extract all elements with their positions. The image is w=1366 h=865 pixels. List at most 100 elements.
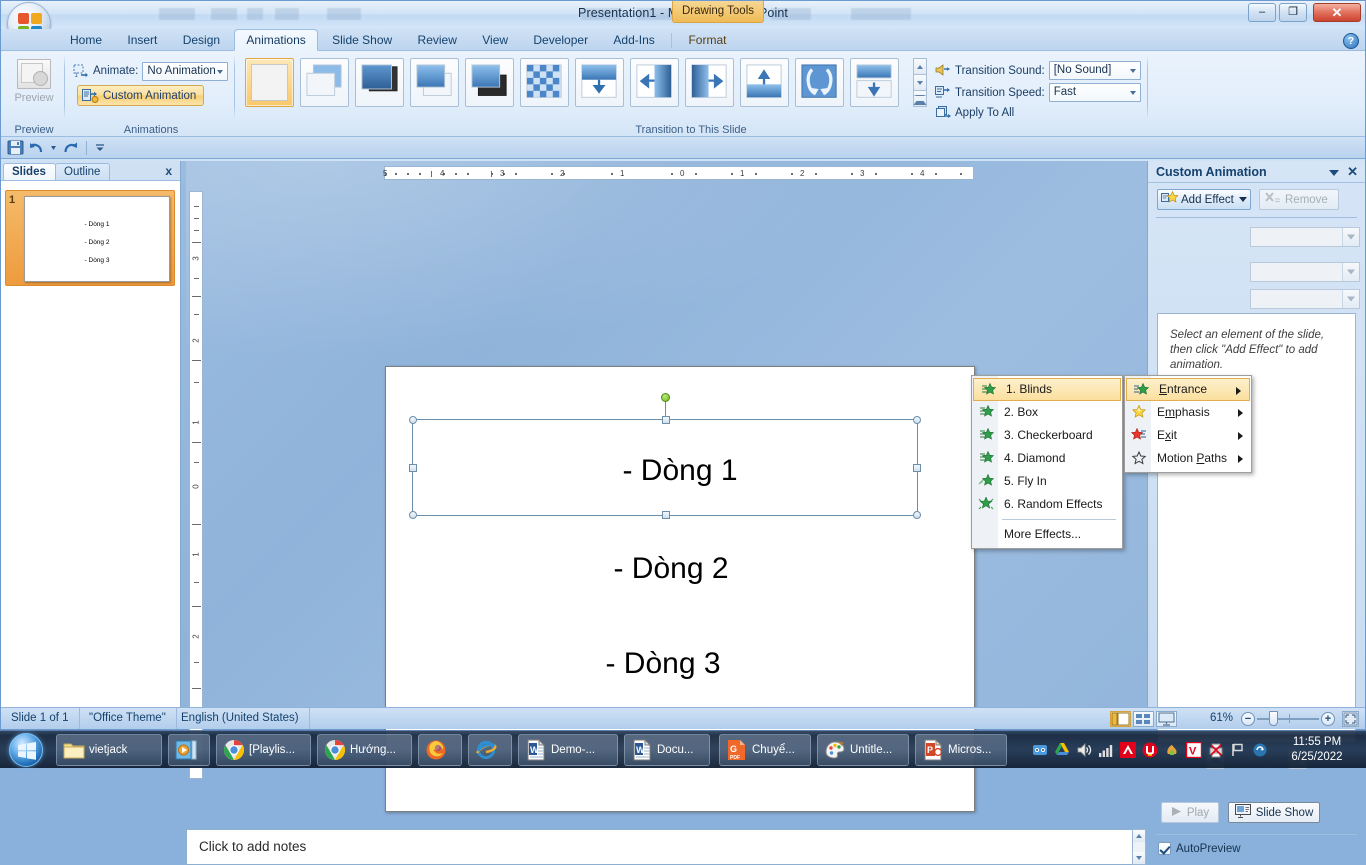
tab-review[interactable]: Review: [407, 30, 468, 52]
network-icon[interactable]: [1098, 742, 1114, 758]
notes-scroll-up-icon[interactable]: [1133, 830, 1145, 842]
chevron-down-icon[interactable]: [1342, 228, 1359, 246]
vpn-icon[interactable]: V: [1185, 741, 1203, 759]
slide-text-line-3[interactable]: - Dòng 3: [386, 647, 974, 681]
resize-handle-se[interactable]: [913, 511, 921, 519]
text-box-selection[interactable]: [409, 393, 921, 519]
view-slide-show-button[interactable]: [1156, 711, 1177, 727]
menu-item-exit[interactable]: Exit: [1125, 424, 1251, 447]
undo-icon[interactable]: [28, 139, 45, 156]
taskbar-clock[interactable]: 11:55 PM 6/25/2022: [1274, 735, 1360, 765]
transition-thumb-3[interactable]: [410, 58, 459, 107]
tab-insert[interactable]: Insert: [116, 30, 168, 52]
transition-thumb-wipe-up[interactable]: [740, 58, 789, 107]
zoom-slider-track[interactable]: [1257, 718, 1319, 720]
transition-thumb-wipe-down[interactable]: [575, 58, 624, 107]
taskbar-item-paint[interactable]: Untitle...: [817, 734, 909, 766]
gallery-scroll-down-button[interactable]: [913, 74, 927, 90]
menu-item-diamond[interactable]: 4. Diamond: [972, 447, 1122, 470]
tab-format[interactable]: Format: [677, 30, 737, 52]
taskbar-item-chrome-huong[interactable]: Hướng...: [317, 734, 412, 766]
close-panel-icon[interactable]: x: [165, 164, 172, 178]
flag-icon[interactable]: [1230, 742, 1246, 758]
zoom-out-button[interactable]: −: [1241, 712, 1255, 726]
tab-slides[interactable]: Slides: [3, 163, 56, 180]
transition-thumb-checkerboard[interactable]: [520, 58, 569, 107]
slide-text-line-2[interactable]: - Dòng 2: [386, 552, 974, 586]
taskbar-item-word-document[interactable]: W Docu...: [624, 734, 710, 766]
preview-button[interactable]: Preview: [8, 55, 60, 117]
menu-item-random-effects[interactable]: 6. Random Effects: [972, 493, 1122, 516]
taskbar-item-internet-explorer[interactable]: [468, 734, 512, 766]
transition-thumb-split[interactable]: [850, 58, 899, 107]
tab-home[interactable]: Home: [59, 30, 113, 52]
help-icon[interactable]: ?: [1343, 33, 1359, 49]
chevron-down-icon[interactable]: [1342, 263, 1359, 281]
resize-handle-w[interactable]: [409, 464, 417, 472]
chevron-down-icon[interactable]: [1342, 290, 1359, 308]
notes-scroll-down-icon[interactable]: [1133, 852, 1145, 864]
menu-item-emphasis[interactable]: Emphasis: [1125, 401, 1251, 424]
taskbar-item-pdf-converter[interactable]: G PDF Chuyể...: [719, 734, 811, 766]
tab-slide-show[interactable]: Slide Show: [321, 30, 403, 52]
resize-handle-e[interactable]: [913, 464, 921, 472]
transition-thumb-wipe-left[interactable]: [630, 58, 679, 107]
resize-handle-sw[interactable]: [409, 511, 417, 519]
app-icon[interactable]: [1164, 742, 1180, 758]
autopreview-row[interactable]: AutoPreview: [1158, 842, 1241, 855]
transition-thumb-wipe-right[interactable]: [685, 58, 734, 107]
status-theme[interactable]: "Office Theme": [79, 708, 177, 729]
printer-icon[interactable]: [1208, 742, 1224, 758]
apply-to-all-button[interactable]: Apply To All: [935, 105, 1014, 120]
taskbar-item-word-demo[interactable]: W Demo-...: [518, 734, 618, 766]
rotation-handle[interactable]: [661, 393, 670, 402]
taskbar-item-firefox[interactable]: [418, 734, 462, 766]
play-button[interactable]: Play: [1161, 802, 1219, 823]
taskbar-item-media-player[interactable]: [168, 734, 210, 766]
taskbar-item-vietjack[interactable]: vietjack: [56, 734, 162, 766]
start-button[interactable]: [2, 731, 50, 769]
customize-qat-chevron-down-icon[interactable]: [94, 139, 106, 156]
resize-handle-ne[interactable]: [913, 416, 921, 424]
horizontal-ruler[interactable]: 5 4 3 2 1 0 1 2 3 4: [383, 166, 974, 180]
transition-thumb-4[interactable]: [465, 58, 514, 107]
transition-sound-dropdown[interactable]: [No Sound]: [1048, 61, 1141, 80]
volume-icon[interactable]: [1076, 742, 1092, 758]
unikey-icon[interactable]: [1142, 742, 1158, 758]
menu-item-more-effects[interactable]: More Effects...: [972, 523, 1122, 546]
custom-animation-button[interactable]: Custom Animation: [77, 85, 205, 106]
transition-speed-dropdown[interactable]: Fast: [1048, 83, 1141, 102]
zoom-in-button[interactable]: +: [1321, 712, 1335, 726]
taskbar-item-powerpoint[interactable]: P Micros...: [915, 734, 1007, 766]
tab-view[interactable]: View: [471, 30, 519, 52]
transition-thumb-1[interactable]: [300, 58, 349, 107]
animate-dropdown[interactable]: No Animation: [142, 61, 229, 81]
slide-show-button[interactable]: Slide Show: [1228, 802, 1320, 823]
transition-thumb-dissolve[interactable]: [795, 58, 844, 107]
menu-item-blinds[interactable]: 1. Blinds: [973, 378, 1121, 401]
resize-handle-n[interactable]: [662, 416, 670, 424]
gallery-scroll-up-button[interactable]: [913, 58, 927, 74]
gallery-more-button[interactable]: [913, 90, 927, 107]
messenger-icon[interactable]: [1032, 742, 1048, 758]
save-icon[interactable]: [7, 139, 24, 156]
tab-add-ins[interactable]: Add-Ins: [602, 30, 665, 52]
slide-thumbnail-1[interactable]: 1 - Dòng 1 - Dòng 2 - Dòng 3: [5, 190, 175, 286]
resize-handle-nw[interactable]: [409, 416, 417, 424]
contextual-tab-drawing-tools[interactable]: Drawing Tools: [672, 1, 764, 23]
view-normal-button[interactable]: [1110, 711, 1131, 727]
redo-icon[interactable]: [62, 139, 79, 156]
menu-item-motion-paths[interactable]: Motion Paths: [1125, 447, 1251, 470]
add-effect-button[interactable]: Add Effect: [1157, 189, 1251, 210]
menu-item-checkerboard[interactable]: 3. Checkerboard: [972, 424, 1122, 447]
transition-thumb-2[interactable]: [355, 58, 404, 107]
notes-pane[interactable]: Click to add notes: [186, 829, 1136, 865]
resize-handle-s[interactable]: [662, 511, 670, 519]
undo-dropdown-chevron-down-icon[interactable]: [49, 139, 58, 156]
status-language[interactable]: English (United States): [171, 708, 310, 729]
vertical-ruler[interactable]: 3 2 1 0 1 2 3: [189, 191, 203, 779]
effect-speed-field[interactable]: [1250, 289, 1360, 309]
effect-property-field[interactable]: [1250, 262, 1360, 282]
menu-item-box[interactable]: 2. Box: [972, 401, 1122, 424]
taskbar-item-chrome-playlist[interactable]: [Playlis...: [216, 734, 311, 766]
